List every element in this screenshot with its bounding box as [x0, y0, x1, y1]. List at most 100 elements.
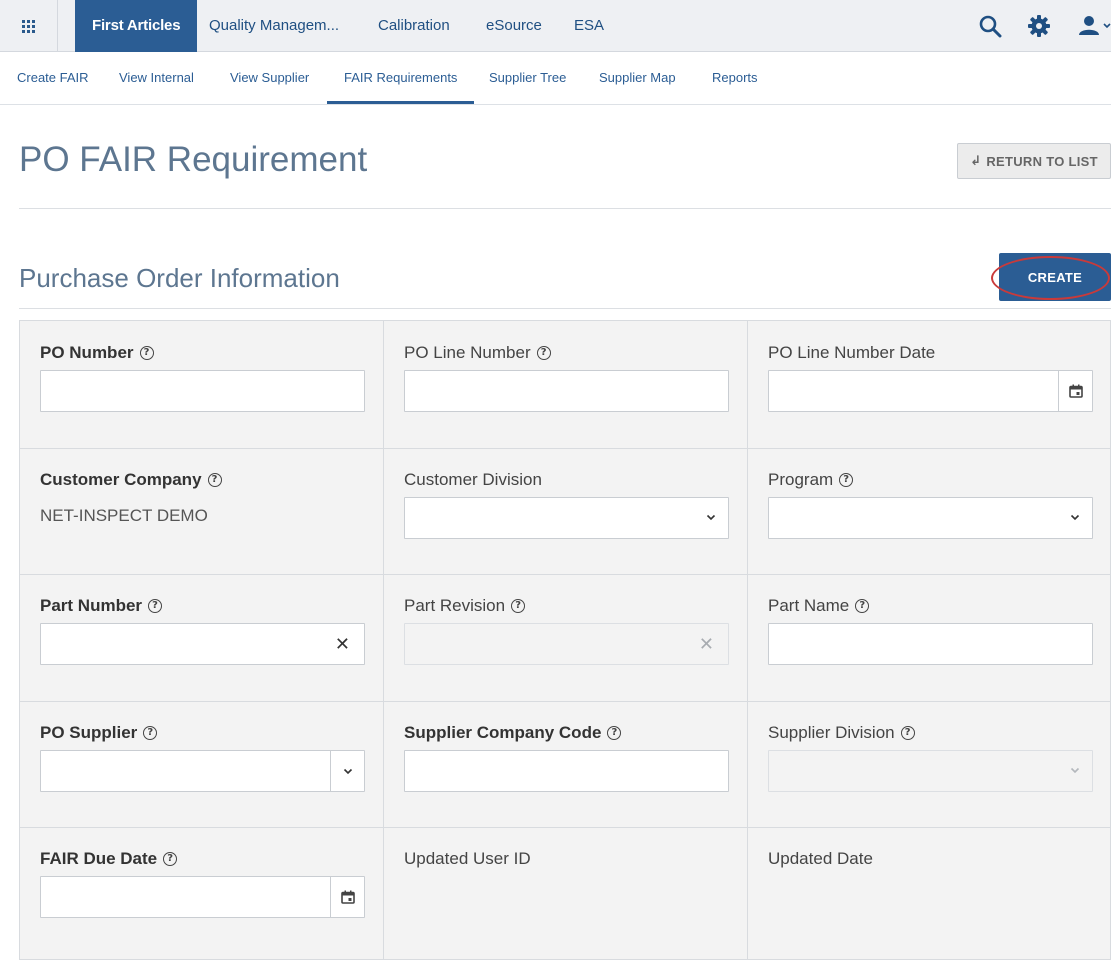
supplier-division-value — [769, 751, 1092, 791]
tab-quality-management[interactable]: Quality Managem... — [192, 0, 356, 52]
calendar-button[interactable] — [1058, 371, 1092, 411]
search-icon[interactable] — [976, 12, 1004, 40]
supplier-division-cell: Supplier Division ? — [748, 701, 1111, 828]
part-number-input[interactable] — [41, 624, 364, 664]
po-number-cell: PO Number ? — [20, 321, 384, 448]
subnav-view-internal[interactable]: View Internal — [119, 52, 194, 104]
po-supplier-select[interactable] — [40, 750, 365, 792]
updated-user-id-cell: Updated User ID — [384, 827, 748, 954]
tab-calibration[interactable]: Calibration — [361, 0, 467, 52]
customer-division-select[interactable] — [404, 497, 729, 539]
apps-menu-button[interactable] — [0, 0, 58, 52]
subnav-supplier-tree[interactable]: Supplier Tree — [489, 52, 566, 104]
part-name-field[interactable] — [768, 623, 1093, 665]
po-line-number-date-field[interactable] — [768, 370, 1093, 412]
subnav-create-fair[interactable]: Create FAIR — [17, 52, 89, 104]
help-icon[interactable]: ? — [148, 599, 163, 613]
po-line-number-field[interactable] — [404, 370, 729, 412]
customer-company-cell: Customer Company ? NET-INSPECT DEMO — [20, 448, 384, 575]
tab-esa[interactable]: ESA — [557, 0, 621, 52]
part-number-cell: Part Number ? ✕ — [20, 574, 384, 701]
part-number-field[interactable]: ✕ — [40, 623, 365, 665]
page-title: PO FAIR Requirement — [19, 140, 368, 179]
help-icon[interactable]: ? — [855, 599, 870, 613]
user-menu-button[interactable] — [1075, 12, 1111, 40]
customer-company-value: NET-INSPECT DEMO — [40, 506, 208, 525]
help-icon[interactable]: ? — [511, 599, 526, 613]
user-icon — [1079, 16, 1111, 35]
part-name-cell: Part Name ? — [748, 574, 1111, 701]
po-number-label: PO Number — [40, 343, 134, 362]
fair-due-date-cell: FAIR Due Date ? — [20, 827, 384, 954]
tab-esource[interactable]: eSource — [469, 0, 559, 52]
help-icon[interactable]: ? — [900, 726, 915, 740]
return-to-list-button[interactable]: ↲ RETURN TO LIST — [957, 143, 1111, 179]
calendar-icon — [340, 890, 355, 904]
part-revision-label: Part Revision — [404, 596, 506, 615]
po-line-number-cell: PO Line Number ? — [384, 321, 748, 448]
help-icon[interactable]: ? — [163, 852, 178, 866]
create-button[interactable]: CREATE — [999, 253, 1111, 301]
supplier-company-code-cell: Supplier Company Code ? — [384, 701, 748, 828]
subnav-supplier-map[interactable]: Supplier Map — [599, 52, 676, 104]
help-icon[interactable]: ? — [839, 473, 854, 487]
purchase-order-form: PO Number ? PO Line Number ? PO Line Num… — [19, 320, 1111, 960]
fair-due-date-input[interactable] — [41, 877, 331, 917]
chevron-down-icon — [1070, 514, 1080, 521]
part-name-input[interactable] — [769, 624, 1092, 664]
part-name-label: Part Name — [768, 596, 850, 615]
chevron-down-icon — [706, 514, 716, 521]
clear-icon[interactable]: ✕ — [335, 635, 350, 653]
supplier-division-label: Supplier Division — [768, 723, 895, 742]
supplier-company-code-input[interactable] — [405, 751, 728, 791]
updated-date-label: Updated Date — [768, 849, 873, 868]
supplier-company-code-field[interactable] — [404, 750, 729, 792]
program-label: Program — [768, 470, 834, 489]
help-icon[interactable]: ? — [207, 473, 222, 487]
customer-company-label: Customer Company — [40, 470, 202, 489]
fair-due-date-field[interactable] — [40, 876, 365, 918]
supplier-company-code-label: Supplier Company Code — [404, 723, 602, 742]
chevron-down-icon — [1070, 767, 1080, 774]
help-icon[interactable]: ? — [139, 346, 154, 360]
fair-due-date-label: FAIR Due Date — [40, 849, 158, 868]
section-title: Purchase Order Information — [19, 263, 340, 293]
subnav-view-supplier[interactable]: View Supplier — [230, 52, 309, 104]
customer-division-label: Customer Division — [404, 470, 542, 489]
part-number-label: Part Number — [40, 596, 143, 615]
program-value[interactable] — [769, 498, 1092, 538]
help-icon[interactable]: ? — [143, 726, 158, 740]
po-line-number-input[interactable] — [405, 371, 728, 411]
top-navigation-bar: First Articles Quality Managem... Calibr… — [0, 0, 1111, 52]
program-cell: Program ? — [748, 448, 1111, 575]
po-line-number-label: PO Line Number — [404, 343, 531, 362]
gear-icon[interactable] — [1025, 12, 1053, 40]
updated-date-cell: Updated Date — [748, 827, 1111, 954]
supplier-division-select — [768, 750, 1093, 792]
po-line-number-date-label: PO Line Number Date — [768, 343, 936, 362]
help-icon[interactable]: ? — [607, 726, 622, 740]
po-line-number-date-input[interactable] — [769, 371, 1059, 411]
return-to-list-label: RETURN TO LIST — [986, 153, 1098, 169]
sub-navigation-bar: Create FAIR View Internal View Supplier … — [0, 52, 1111, 105]
po-number-field[interactable] — [40, 370, 365, 412]
po-supplier-dropdown-button[interactable] — [330, 751, 364, 791]
tab-first-articles[interactable]: First Articles — [75, 0, 198, 52]
divider — [19, 208, 1111, 209]
part-revision-input — [405, 624, 728, 664]
divider — [19, 308, 1111, 309]
calendar-icon — [1068, 384, 1083, 398]
apps-grid-icon — [22, 19, 35, 33]
po-supplier-input[interactable] — [41, 751, 331, 791]
po-supplier-cell: PO Supplier ? — [20, 701, 384, 828]
calendar-button[interactable] — [330, 877, 364, 917]
customer-division-value[interactable] — [405, 498, 728, 538]
program-select[interactable] — [768, 497, 1093, 539]
customer-division-cell: Customer Division — [384, 448, 748, 575]
clear-icon: ✕ — [698, 634, 714, 654]
po-number-input[interactable] — [41, 371, 364, 411]
subnav-fair-requirements[interactable]: FAIR Requirements — [326, 52, 475, 104]
help-icon[interactable]: ? — [536, 346, 551, 360]
part-revision-field: ✕ — [404, 623, 729, 665]
subnav-reports[interactable]: Reports — [712, 52, 758, 104]
